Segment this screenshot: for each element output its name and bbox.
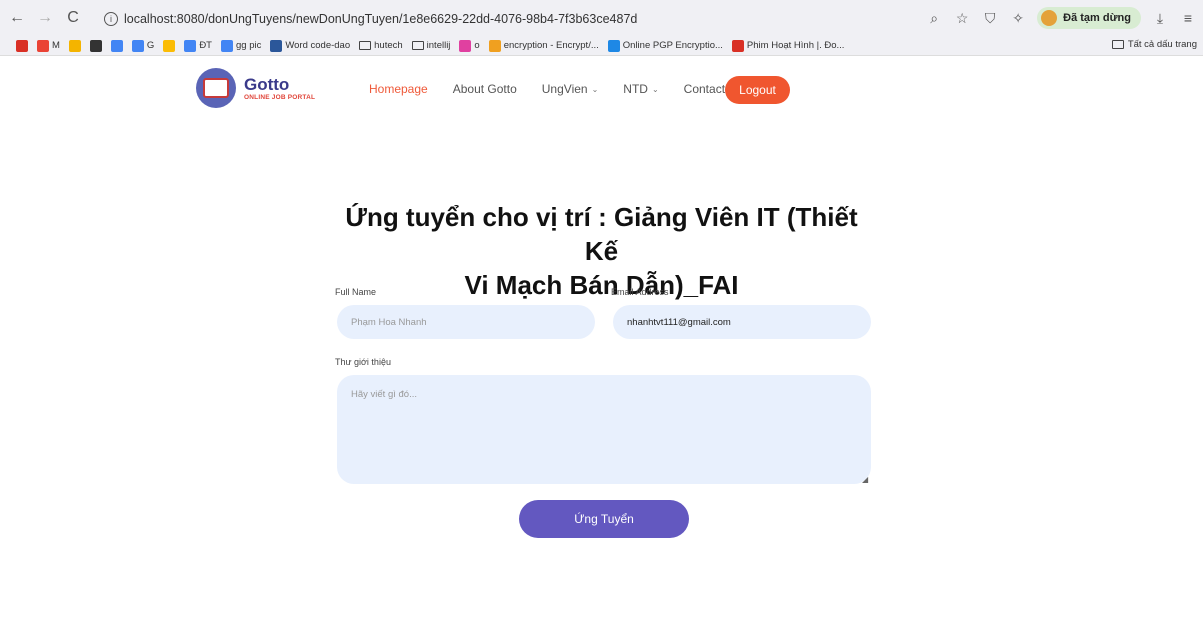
bookmark-label: o	[474, 40, 480, 51]
nav-item-homepage[interactable]: Homepage	[369, 82, 428, 96]
bookmarks-bar: M G ĐT gg pic Word code-dao hutech intellij o en…	[0, 36, 1203, 56]
bookmark-item[interactable]: G	[131, 39, 155, 52]
bookmark-item[interactable]	[16, 39, 28, 52]
bookmark-item[interactable]: ĐT	[184, 39, 212, 52]
nav-item-label: Homepage	[369, 82, 428, 96]
favicon-icon	[184, 39, 197, 52]
site-header: Gotto ONLINE JOB PORTAL Homepage About Go…	[0, 62, 1203, 120]
favicon-icon	[607, 39, 620, 52]
url-text: localhost:8080/donUngTuyens/newDonUngTuy…	[124, 12, 638, 26]
email-value: nhanhtvt111@gmail.com	[627, 316, 731, 328]
title-line-2: Vi Mạch Bán Dẫn)_FAI	[464, 270, 739, 300]
bookmark-label: gg pic	[235, 40, 262, 51]
bookmark-item[interactable]: M	[37, 39, 60, 52]
favicon-icon	[37, 39, 49, 52]
full-name-label: Full Name	[335, 287, 377, 297]
bookmark-item[interactable]: o	[459, 39, 480, 52]
all-bookmarks-button[interactable]: Tất cả dấu trang	[1111, 39, 1197, 50]
back-arrow-icon[interactable]: ←	[6, 7, 28, 29]
apply-button[interactable]: Ứng Tuyển	[519, 500, 689, 538]
bookmark-item[interactable]	[110, 39, 123, 52]
bookmark-label: Online PGP Encryptio...	[622, 40, 723, 51]
shield-icon[interactable]: ⛉	[981, 9, 999, 27]
profile-paused-button[interactable]: Đã tạm dừng	[1037, 7, 1141, 29]
cover-letter-label: Thư giới thiệu	[335, 357, 391, 367]
bookmark-item[interactable]: Phim Hoạt Hình |. Đo...	[731, 39, 845, 52]
nav-item-label: UngVien	[541, 82, 588, 96]
info-icon[interactable]: i	[104, 12, 118, 26]
extensions-icon[interactable]: ✧	[1009, 9, 1027, 27]
menu-icon[interactable]: ≡	[1179, 9, 1197, 27]
logo-title: Gotto	[244, 74, 290, 94]
bookmark-item[interactable]	[89, 39, 102, 52]
nav-item-ungvien[interactable]: UngVien ⌄	[542, 82, 599, 96]
bookmark-item[interactable]: Word code-dao	[270, 39, 351, 52]
logo-icon	[196, 68, 236, 108]
favicon-icon	[110, 39, 123, 52]
logo-subtitle: ONLINE JOB PORTAL	[244, 93, 316, 101]
bookmark-label: Phim Hoạt Hình |. Đo...	[746, 40, 845, 51]
favicon-icon	[270, 39, 283, 52]
email-label: Email Address	[611, 287, 669, 297]
logout-button[interactable]: Logout	[725, 76, 790, 104]
title-line-1: Ứng tuyển cho vị trí : Giảng Viên IT (Th…	[345, 202, 858, 266]
bookmark-label: ĐT	[199, 40, 212, 51]
favicon-icon	[131, 39, 144, 52]
favicon-icon	[488, 39, 501, 52]
site-logo[interactable]: Gotto ONLINE JOB PORTAL	[196, 68, 315, 108]
bookmark-label: G	[146, 40, 155, 51]
favicon-icon	[163, 39, 176, 52]
browser-toolbar: ← → C i localhost:8080/donUngTuyens/newD…	[0, 0, 1203, 36]
nav-item-label: About Gotto	[452, 82, 517, 96]
bookmark-item[interactable]: hutech	[359, 40, 403, 51]
chevron-down-icon: ⌄	[591, 84, 599, 94]
nav-item-contact[interactable]: Contact	[684, 82, 725, 96]
nav-item-ntd[interactable]: NTD ⌄	[623, 82, 658, 96]
bookmark-label: hutech	[374, 40, 403, 51]
paused-label: Đã tạm dừng	[1063, 12, 1131, 24]
nav-item-about-gotto[interactable]: About Gotto	[453, 82, 517, 96]
folder-icon	[359, 41, 372, 50]
cover-letter-textarea[interactable]: Hãy viết gì đó...	[337, 375, 871, 484]
bookmark-label: M	[52, 40, 60, 51]
email-input[interactable]: nhanhtvt111@gmail.com	[613, 305, 871, 339]
full-name-input[interactable]: Phạm Hoa Nhanh	[337, 305, 595, 339]
bookmark-item[interactable]: gg pic	[220, 39, 262, 52]
favicon-icon	[459, 39, 472, 52]
page-title: Ứng tuyển cho vị trí : Giảng Viên IT (Th…	[330, 200, 873, 302]
nav-item-label: Contact	[683, 82, 726, 96]
favicon-icon	[68, 39, 81, 52]
bookmark-label: encryption - Encrypt/...	[503, 40, 599, 51]
forward-arrow-icon[interactable]: →	[34, 7, 56, 29]
nav-item-label: NTD	[623, 82, 648, 96]
favicon-icon	[89, 39, 102, 52]
browser-right-tools: ⌕ ☆ ⛉ ✧ Đã tạm dừng ⤓ ≡	[925, 7, 1197, 29]
favicon-icon	[220, 39, 233, 52]
bookmark-item[interactable]: Online PGP Encryptio...	[607, 39, 723, 52]
bookmark-item[interactable]	[163, 39, 176, 52]
bookmark-label: Word code-dao	[285, 40, 351, 51]
full-name-placeholder: Phạm Hoa Nhanh	[351, 316, 427, 328]
favicon-icon	[731, 39, 744, 52]
download-icon[interactable]: ⤓	[1151, 9, 1169, 27]
resize-handle-icon[interactable]: ◢	[862, 475, 868, 484]
bookmark-item[interactable]: encryption - Encrypt/...	[488, 39, 599, 52]
zoom-icon[interactable]: ⌕	[925, 9, 943, 27]
chevron-down-icon: ⌄	[651, 84, 659, 94]
bookmark-label: intellij	[426, 40, 451, 51]
cover-letter-placeholder: Hãy viết gì đó...	[351, 389, 418, 400]
all-bookmarks-label: Tất cả dấu trang	[1127, 39, 1197, 50]
bookmark-item[interactable]: intellij	[411, 40, 451, 51]
address-bar[interactable]: i localhost:8080/donUngTuyens/newDonUngT…	[104, 8, 637, 30]
bookmark-item[interactable]	[68, 39, 81, 52]
folder-icon	[1111, 40, 1124, 49]
main-menu: Homepage About Gotto UngVien ⌄ NTD ⌄ Contact	[369, 82, 750, 96]
star-icon[interactable]: ☆	[953, 9, 971, 27]
folder-icon	[411, 41, 424, 50]
favicon-icon	[16, 39, 28, 52]
avatar	[1041, 10, 1058, 26]
reload-icon[interactable]: C	[62, 7, 84, 29]
